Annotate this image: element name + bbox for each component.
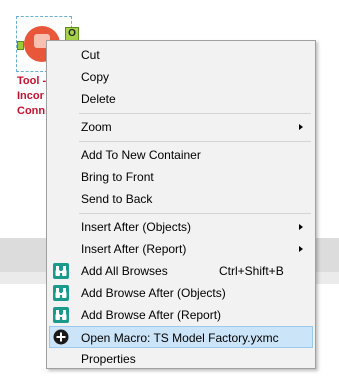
menu-item-label: Insert After (Report) bbox=[81, 242, 187, 256]
submenu-arrow-icon bbox=[299, 224, 303, 230]
menu-item-add-to-new-container[interactable]: Add To New Container bbox=[49, 144, 313, 166]
menu-item-insert-after-objects[interactable]: Insert After (Objects) bbox=[49, 216, 313, 238]
menu-item-label: Properties bbox=[81, 352, 136, 366]
binoculars-icon bbox=[53, 263, 69, 279]
menu-item-cut[interactable]: Cut bbox=[49, 44, 313, 66]
menu-item-label: Copy bbox=[81, 70, 110, 84]
menu-item-label: Bring to Front bbox=[81, 170, 154, 184]
menu-item-send-to-back[interactable]: Send to Back bbox=[49, 188, 313, 210]
menu-item-label: Add Browse After (Objects) bbox=[81, 286, 226, 300]
menu-item-add-all-browses[interactable]: Add All Browses Ctrl+Shift+B bbox=[49, 260, 313, 282]
input-anchor-icon[interactable] bbox=[17, 41, 24, 50]
menu-item-add-browse-after-report[interactable]: Add Browse After (Report) bbox=[49, 304, 313, 326]
menu-item-label: Cut bbox=[81, 48, 100, 62]
menu-item-open-macro[interactable]: Open Macro: TS Model Factory.yxmc bbox=[49, 326, 313, 348]
menu-item-shortcut: Ctrl+Shift+B bbox=[219, 264, 284, 278]
menu-item-copy[interactable]: Copy bbox=[49, 66, 313, 88]
binoculars-icon bbox=[53, 307, 69, 323]
menu-separator bbox=[79, 213, 311, 214]
menu-item-insert-after-report[interactable]: Insert After (Report) bbox=[49, 238, 313, 260]
menu-item-properties[interactable]: Properties bbox=[49, 348, 313, 370]
plus-circle-icon bbox=[53, 329, 69, 345]
menu-item-label: Open Macro: TS Model Factory.yxmc bbox=[81, 331, 279, 345]
menu-item-label: Delete bbox=[81, 92, 116, 106]
context-menu: Cut Copy Delete Zoom Add To New Containe… bbox=[46, 40, 316, 369]
output-anchor-icon[interactable]: O bbox=[65, 27, 79, 41]
menu-separator bbox=[79, 141, 311, 142]
binoculars-icon bbox=[53, 285, 69, 301]
menu-item-label: Insert After (Objects) bbox=[81, 220, 192, 234]
menu-item-label: Add To New Container bbox=[81, 148, 201, 162]
submenu-arrow-icon bbox=[299, 246, 303, 252]
menu-item-delete[interactable]: Delete bbox=[49, 88, 313, 110]
menu-item-zoom[interactable]: Zoom bbox=[49, 116, 313, 138]
submenu-arrow-icon bbox=[299, 124, 303, 130]
menu-item-label: Add Browse After (Report) bbox=[81, 308, 222, 322]
menu-item-label: Add All Browses bbox=[81, 264, 168, 278]
menu-item-label: Zoom bbox=[81, 120, 112, 134]
menu-item-add-browse-after-objects[interactable]: Add Browse After (Objects) bbox=[49, 282, 313, 304]
menu-item-bring-to-front[interactable]: Bring to Front bbox=[49, 166, 313, 188]
menu-item-label: Send to Back bbox=[81, 192, 153, 206]
menu-separator bbox=[79, 113, 311, 114]
